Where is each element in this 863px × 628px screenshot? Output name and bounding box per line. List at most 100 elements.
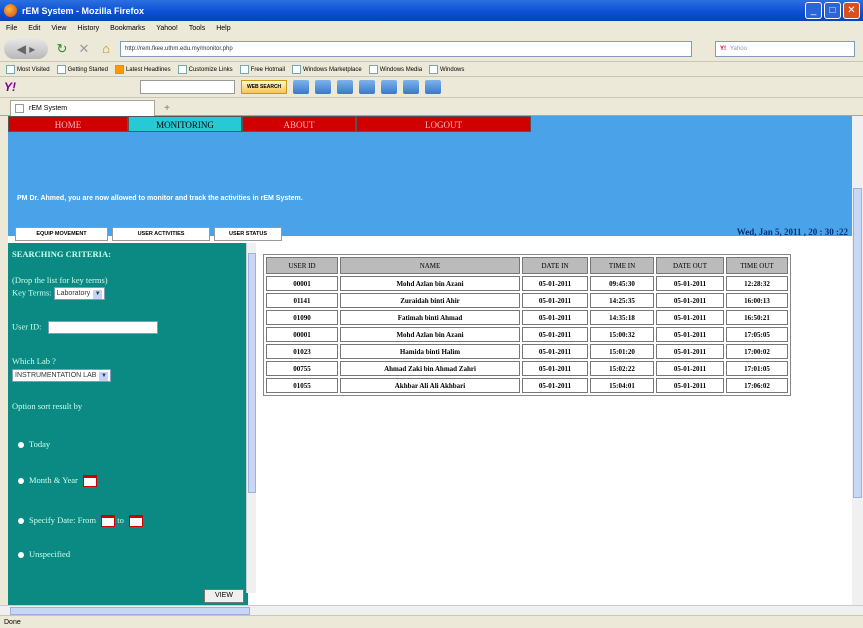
scrollbar-thumb[interactable] — [10, 607, 250, 615]
search-criteria-title: SEARCHING CRITERIA: — [12, 249, 111, 259]
back-forward-button[interactable]: ◀ ▸ — [4, 38, 48, 59]
maximize-button[interactable]: □ — [824, 2, 841, 19]
nav-monitoring[interactable]: MONITORING — [128, 116, 242, 132]
yahoo-search-icon[interactable]: Y! — [720, 46, 726, 52]
yahoo-logo-icon[interactable]: Y! — [4, 80, 16, 94]
menu-bookmarks[interactable]: Bookmarks — [110, 25, 145, 32]
cell-date-in: 05-01-2011 — [522, 276, 588, 291]
cell-time-out: 17:05:05 — [726, 327, 788, 342]
bookmark-windows-media[interactable]: Windows Media — [368, 64, 422, 74]
menu-yahoo[interactable]: Yahoo! — [156, 25, 178, 32]
cell-date-in: 05-01-2011 — [522, 327, 588, 342]
cell-name: Mohd Azlan bin Azani — [340, 327, 520, 342]
header-time-out: TIME OUT — [726, 257, 788, 274]
cell-name: Ahmad Zaki bin Ahmad Zahri — [340, 361, 520, 376]
menu-file[interactable]: File — [6, 25, 17, 32]
option-specify-date[interactable]: Specify Date: From to — [18, 515, 144, 528]
cell-date-out: 05-01-2011 — [656, 378, 724, 393]
cell-time-out: 17:06:02 — [726, 378, 788, 393]
bookmark-free-hotmail[interactable]: Free Hotmail — [239, 64, 285, 74]
yahoo-tool-icon[interactable] — [403, 80, 420, 94]
radio-unspecified[interactable] — [18, 552, 24, 559]
chevron-down-icon: ▼ — [93, 290, 103, 299]
search-box[interactable]: Y! Yahoo — [715, 41, 855, 57]
nav-about[interactable]: ABOUT — [242, 116, 356, 132]
yahoo-tool-icon[interactable] — [293, 80, 310, 94]
cell-time-in: 15:00:32 — [590, 327, 654, 342]
user-activities-table: USER ID NAME DATE IN TIME IN DATE OUT TI… — [264, 255, 790, 395]
yahoo-tool-icon[interactable] — [337, 80, 354, 94]
current-datetime: Wed, Jan 5, 2011 , 20 : 30 :22 — [736, 227, 848, 237]
tab-user-status[interactable]: USER STATUS — [214, 227, 282, 241]
stop-icon[interactable]: ✕ — [76, 41, 92, 57]
tab-rem-system[interactable]: rEM System — [10, 100, 155, 116]
radio-month-year[interactable] — [18, 478, 24, 485]
header-date-out: DATE OUT — [656, 257, 724, 274]
bookmark-getting-started[interactable]: Getting Started — [56, 64, 108, 74]
page-vertical-scrollbar[interactable] — [852, 116, 863, 605]
menu-history[interactable]: History — [77, 25, 99, 32]
menu-help[interactable]: Help — [216, 25, 230, 32]
which-lab-label: Which Lab ? — [12, 356, 56, 366]
search-panel-scrollbar[interactable] — [246, 243, 256, 593]
calendar-to-icon[interactable] — [129, 515, 144, 528]
minimize-button[interactable]: _ — [805, 2, 822, 19]
user-id-row: User ID: — [12, 321, 158, 334]
yahoo-tool-icon[interactable] — [315, 80, 332, 94]
tab-user-activities[interactable]: USER ACTIVITIES — [112, 227, 210, 241]
bookmark-latest-headlines[interactable]: Latest Headlines — [114, 64, 171, 74]
menu-edit[interactable]: Edit — [28, 25, 40, 32]
option-today[interactable]: Today — [18, 439, 50, 449]
close-button[interactable]: ✕ — [843, 2, 860, 19]
yahoo-tool-icon[interactable] — [425, 80, 442, 94]
yahoo-search-input[interactable] — [140, 80, 235, 94]
cell-user-id: 00001 — [266, 327, 338, 342]
bookmarks-toolbar: Most Visited Getting Started Latest Head… — [0, 62, 863, 77]
bookmark-icon — [177, 64, 187, 74]
radio-specify-date[interactable] — [18, 518, 24, 525]
cell-name: Fatimah binti Ahmad — [340, 310, 520, 325]
web-search-button[interactable]: WEB SEARCH — [241, 80, 288, 94]
yahoo-tool-icon[interactable] — [381, 80, 398, 94]
url-bar[interactable]: http://rem.fkee.uthm.edu.my/monitor.php — [120, 40, 692, 57]
menu-tools[interactable]: Tools — [189, 25, 205, 32]
calendar-from-icon[interactable] — [101, 515, 116, 528]
cell-user-id: 00755 — [266, 361, 338, 376]
bookmark-windows-marketplace[interactable]: Windows Marketplace — [292, 64, 362, 74]
home-icon[interactable]: ⌂ — [98, 41, 114, 57]
rss-icon — [114, 64, 124, 74]
cell-time-out: 12:28:32 — [726, 276, 788, 291]
cell-date-out: 05-01-2011 — [656, 293, 724, 308]
option-unspecified[interactable]: Unspecified — [18, 549, 70, 559]
menu-view[interactable]: View — [51, 25, 66, 32]
calendar-icon[interactable] — [83, 475, 98, 488]
cell-date-out: 05-01-2011 — [656, 344, 724, 359]
key-terms-select[interactable]: Laboratory ▼ — [53, 287, 106, 300]
cell-date-out: 05-01-2011 — [656, 327, 724, 342]
radio-today[interactable] — [18, 442, 24, 449]
bookmark-most-visited[interactable]: Most Visited — [6, 64, 50, 74]
cell-user-id: 01055 — [266, 378, 338, 393]
nav-home[interactable]: HOME — [8, 116, 128, 132]
cell-date-in: 05-01-2011 — [522, 378, 588, 393]
reload-icon[interactable]: ↻ — [54, 41, 70, 57]
tab-strip: rEM System + — [0, 98, 863, 116]
tab-equip-movement[interactable]: EQUIP MOVEMENT — [15, 227, 108, 241]
bookmark-windows[interactable]: Windows — [429, 64, 464, 74]
bookmark-customize-links[interactable]: Customize Links — [177, 64, 233, 74]
yahoo-tool-icon[interactable] — [359, 80, 376, 94]
option-month-year[interactable]: Month & Year — [18, 475, 98, 488]
cell-user-id: 01023 — [266, 344, 338, 359]
scrollbar-thumb[interactable] — [248, 253, 256, 493]
user-id-input[interactable] — [47, 321, 158, 334]
nav-logout[interactable]: LOGOUT — [356, 116, 531, 132]
page-horizontal-scrollbar[interactable] — [0, 605, 863, 615]
lab-select[interactable]: INSTRUMENTATION LAB ▼ — [12, 369, 112, 382]
view-button[interactable]: VIEW — [204, 589, 244, 603]
table-row: 01090 Fatimah binti Ahmad 05-01-2011 14:… — [266, 310, 788, 325]
window-title: rEM System - Mozilla Firefox — [22, 5, 145, 16]
results-table-container: USER ID NAME DATE IN TIME IN DATE OUT TI… — [263, 254, 791, 396]
scrollbar-thumb[interactable] — [853, 188, 862, 498]
new-tab-button[interactable]: + — [160, 102, 174, 115]
key-terms-row: Key Terms: Laboratory ▼ — [12, 287, 106, 300]
